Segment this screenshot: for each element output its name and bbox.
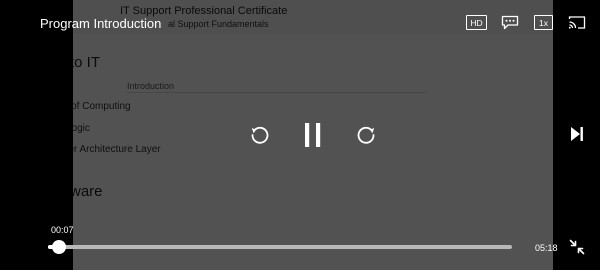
quality-button[interactable]: HD: [466, 15, 487, 30]
pause-button[interactable]: [303, 122, 323, 153]
slide-list-item: ry of Computing: [73, 101, 131, 112]
speed-label: 1x: [539, 17, 548, 28]
quality-label: HD: [470, 17, 483, 28]
slide-course-title: al Support Fundamentals: [168, 19, 269, 29]
exit-fullscreen-button[interactable]: [569, 239, 585, 260]
slide-heading: to IT: [73, 54, 101, 71]
slide-list-item: uter Architecture Layer: [73, 144, 161, 155]
slide-column-label: Introduction: [127, 81, 175, 91]
playback-speed-button[interactable]: 1x: [534, 15, 553, 30]
cast-button[interactable]: [568, 15, 586, 30]
skip-next-icon: [571, 127, 583, 141]
slide-heading: ware: [73, 183, 103, 200]
forward-button[interactable]: [355, 124, 377, 151]
cast-icon: [568, 16, 586, 29]
replay-icon: [251, 126, 269, 144]
next-video-button[interactable]: [570, 126, 584, 147]
slide-divider: [127, 92, 427, 93]
video-title: Program Introduction: [40, 16, 162, 31]
total-duration: 05:18: [535, 243, 558, 253]
forward-icon: [357, 126, 375, 144]
exit-fullscreen-icon: [569, 239, 585, 255]
captions-button[interactable]: [500, 15, 520, 30]
seek-handle[interactable]: [52, 240, 66, 254]
rewind-button[interactable]: [249, 124, 271, 151]
pause-icon: [305, 123, 321, 147]
slide-list-item: l Logic: [73, 123, 90, 134]
elapsed-time: 00:07: [51, 225, 74, 235]
captions-icon: [501, 15, 519, 30]
seek-bar[interactable]: [48, 245, 512, 249]
